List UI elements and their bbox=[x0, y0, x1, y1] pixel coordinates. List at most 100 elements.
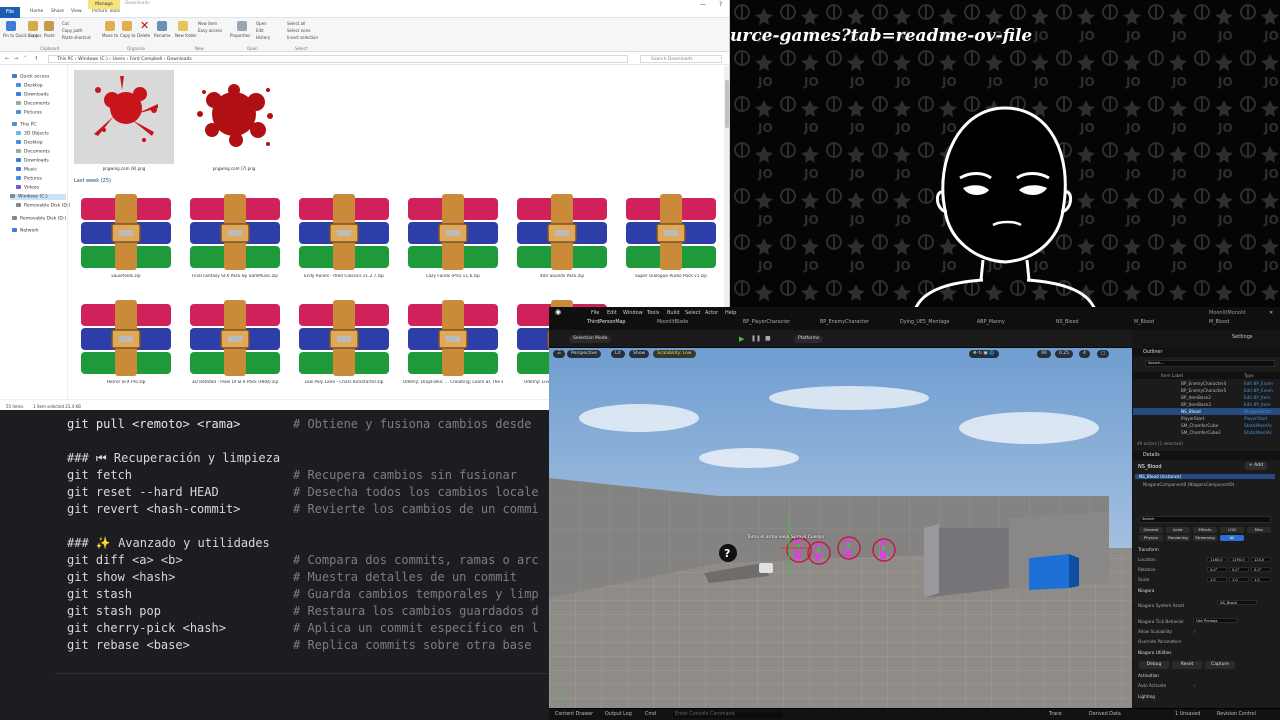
section-transform[interactable]: Transform bbox=[1138, 547, 1159, 552]
tab-bp-playercharacter[interactable]: BP_PlayerCharacter bbox=[743, 320, 790, 325]
copy-icon[interactable] bbox=[28, 21, 38, 31]
rename-icon[interactable] bbox=[157, 21, 167, 31]
open-button[interactable]: Open bbox=[256, 21, 267, 26]
section-niagara-utilities[interactable]: Niagara Utilities bbox=[1138, 650, 1171, 655]
tab-home[interactable]: Home bbox=[30, 9, 43, 14]
file-item[interactable]: Horror SFX Pro.zip bbox=[76, 298, 176, 398]
nav-item-removable-d[interactable]: Removable Disk (D:) bbox=[16, 203, 70, 209]
outliner-item-type[interactable]: Edit BP_Enem bbox=[1244, 387, 1273, 394]
perspective-button[interactable]: Perspective bbox=[567, 350, 602, 358]
section-activation[interactable]: Activation bbox=[1138, 673, 1159, 678]
filter-tab[interactable]: Actor bbox=[1166, 527, 1190, 533]
file-thumbnail-selected[interactable]: pngwing.com (8).png bbox=[74, 70, 174, 171]
copy-to-icon[interactable] bbox=[122, 21, 132, 31]
nav-item-desktop[interactable]: Desktop bbox=[16, 83, 43, 89]
properties-label[interactable]: Properties bbox=[230, 33, 250, 38]
outliner-search-input[interactable]: Search... bbox=[1145, 360, 1275, 367]
menu-file[interactable]: File bbox=[591, 310, 599, 316]
menu-build[interactable]: Build bbox=[667, 310, 680, 316]
menu-edit[interactable]: Edit bbox=[607, 310, 617, 316]
filter-tab[interactable]: Misc bbox=[1247, 527, 1271, 533]
stop-icon[interactable]: ■ bbox=[761, 335, 775, 343]
rotation-field[interactable]: 0.0° bbox=[1207, 567, 1227, 572]
allow-scalability-checkbox[interactable]: ✓ bbox=[1193, 629, 1197, 634]
tab-ns-blood[interactable]: NS_Blood bbox=[1056, 320, 1079, 325]
tab-moonlitblade[interactable]: MoonlitBlade bbox=[657, 320, 688, 325]
nav-item-documents[interactable]: Documents bbox=[16, 149, 50, 155]
nav-item-windows-c[interactable]: Windows (C:) bbox=[10, 194, 66, 200]
group-header[interactable]: Last week (25) bbox=[74, 178, 111, 184]
tab-thirdpersonmap[interactable]: ThirdPersonMap bbox=[587, 320, 625, 325]
details-header[interactable]: Details bbox=[1133, 451, 1280, 460]
filter-tab[interactable]: All bbox=[1220, 535, 1244, 541]
scalability-warning[interactable]: Scalability: Low bbox=[653, 350, 696, 358]
outliner-item-type[interactable]: NiagaraActor bbox=[1244, 408, 1271, 415]
section-lighting[interactable]: Lighting bbox=[1138, 694, 1155, 699]
file-item[interactable]: Lazy Funds (Pro) v1.6.zip bbox=[403, 192, 503, 292]
invert-selection-button[interactable]: Invert selection bbox=[287, 35, 318, 40]
nav-item-network[interactable]: Network bbox=[12, 228, 39, 234]
nav-item-documents[interactable]: Documents bbox=[16, 101, 50, 107]
edit-button[interactable]: Edit bbox=[256, 28, 264, 33]
rotation-snap-value[interactable]: 0.25 bbox=[1055, 350, 1074, 358]
tick-behavior-dropdown[interactable]: Use Prereqs bbox=[1193, 618, 1237, 623]
location-field[interactable]: 1160.0 bbox=[1207, 557, 1227, 562]
nav-item-downloads[interactable]: Downloads bbox=[16, 158, 49, 164]
tab-bp-enemycharacter[interactable]: BP_EnemyCharacter bbox=[820, 320, 869, 325]
console-input[interactable]: Enter Console Command bbox=[673, 712, 783, 718]
scale-field[interactable]: 1.0 bbox=[1207, 577, 1227, 582]
scale-field[interactable]: 1.0 bbox=[1251, 577, 1271, 582]
outliner-item-type[interactable]: Edit BP_Item bbox=[1244, 401, 1270, 408]
outliner-row[interactable]: SM_ChamferCube2 StaticMeshAc bbox=[1133, 429, 1280, 436]
outliner-row[interactable]: BP_ItemBase3 Edit BP_Item bbox=[1133, 401, 1280, 408]
nav-item-music[interactable]: Music bbox=[16, 167, 37, 173]
minimize-icon[interactable]: — bbox=[700, 1, 706, 8]
cut-button[interactable]: Cut bbox=[62, 21, 69, 26]
filter-tab[interactable]: Streaming bbox=[1193, 535, 1217, 541]
tab-view[interactable]: View bbox=[71, 9, 82, 14]
settings-button[interactable]: Settings bbox=[1232, 334, 1253, 340]
component-row[interactable]: NiagaraComponent0 (NiagaraComponent0) bbox=[1143, 482, 1234, 487]
file-item[interactable]: Ecdy Runes - Ifred Classics v1.2.7.zip bbox=[294, 192, 394, 292]
tab-file[interactable]: File bbox=[0, 7, 20, 18]
new-folder-label[interactable]: New folder bbox=[175, 33, 197, 38]
new-folder-icon[interactable] bbox=[178, 21, 188, 31]
nav-item-3d-objects[interactable]: 3D Objects bbox=[16, 131, 49, 137]
help-icon[interactable]: ? bbox=[719, 1, 722, 8]
filter-tab[interactable]: General bbox=[1139, 527, 1163, 533]
transform-tools[interactable]: ✥ ↻ ▣ 🌐 bbox=[969, 350, 999, 358]
paste-shortcut-button[interactable]: Paste shortcut bbox=[62, 35, 91, 40]
pin-icon[interactable] bbox=[6, 21, 16, 31]
tab-abp-manny[interactable]: ABP_Manny bbox=[977, 320, 1005, 325]
tab-m-blood[interactable]: M_Blood bbox=[1209, 320, 1229, 325]
breadcrumb-item[interactable]: Downloads bbox=[167, 57, 192, 62]
new-item-button[interactable]: New item bbox=[198, 21, 217, 26]
capture-button[interactable]: Capture bbox=[1205, 661, 1235, 669]
back-icon[interactable]: ← bbox=[5, 56, 9, 62]
recent-icon[interactable]: ˅ bbox=[24, 56, 27, 62]
menu-help[interactable]: Help bbox=[725, 310, 736, 316]
outliner-row[interactable]: NS_Blood NiagaraActor bbox=[1133, 408, 1280, 415]
outliner-item-type[interactable]: StaticMeshAc bbox=[1244, 429, 1272, 436]
nav-item-quick-access[interactable]: Quick access bbox=[12, 74, 49, 80]
terminal-window[interactable]: git pull <remoto> <rama> # Obtiene y fus… bbox=[0, 405, 552, 720]
file-item[interactable]: Final Fantasy SFX Pack By SamMusic.zip bbox=[185, 192, 285, 292]
outliner-row[interactable]: BP_ItemBase2 Edit BP_Item bbox=[1133, 394, 1280, 401]
maximize-viewport-icon[interactable]: ▢ bbox=[1097, 350, 1110, 358]
component-row-selected[interactable]: NS_Blood (Instance) bbox=[1135, 474, 1275, 479]
scale-field[interactable]: 1.0 bbox=[1229, 577, 1249, 582]
outliner-item-type[interactable]: Edit BP_Enem bbox=[1244, 380, 1273, 387]
show-button[interactable]: Show bbox=[629, 350, 650, 358]
menu-window[interactable]: Window bbox=[623, 310, 643, 316]
viewport-menu-icon[interactable]: ☰ bbox=[553, 350, 566, 358]
delete-label[interactable]: Delete bbox=[137, 33, 150, 38]
copy-to-label[interactable]: Copy to bbox=[120, 33, 135, 38]
filter-tab[interactable]: Rendering bbox=[1166, 535, 1190, 541]
properties-icon[interactable] bbox=[237, 21, 247, 31]
menu-actor[interactable]: Actor bbox=[705, 310, 718, 316]
nav-item-this-pc[interactable]: This PC bbox=[12, 122, 36, 128]
lit-button[interactable]: Lit bbox=[611, 350, 625, 358]
file-item[interactable]: Udemy: DropFolks: ... Cheating; Learn as… bbox=[403, 298, 503, 398]
select-none-button[interactable]: Select none bbox=[287, 28, 311, 33]
outliner-item-type[interactable]: Edit BP_Item bbox=[1244, 394, 1270, 401]
